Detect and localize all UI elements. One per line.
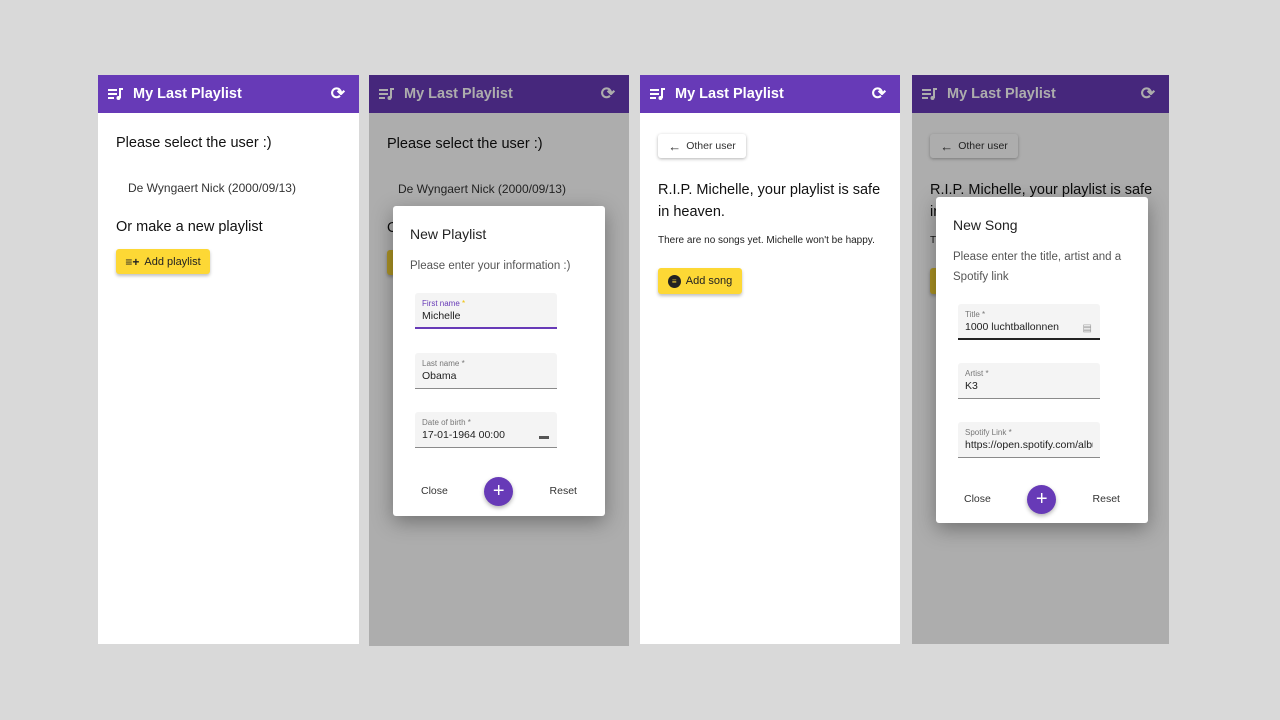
other-user-label: Other user (686, 140, 736, 152)
new-playlist-heading: Or make a new playlist (116, 219, 263, 235)
screen-select-user: My Last Playlist ⟳ Please select the use… (98, 75, 359, 644)
last-name-value: Obama (422, 370, 457, 382)
calendar-icon[interactable]: ▬ (539, 431, 549, 442)
artist-value: K3 (965, 380, 978, 392)
reset-button[interactable]: Reset (550, 485, 577, 497)
first-name-field[interactable]: First name * Michelle (415, 293, 557, 329)
app-title: My Last Playlist (675, 86, 784, 102)
dialog-actions: Close + Reset (393, 476, 605, 506)
playlist-music-icon (650, 88, 665, 100)
date-of-birth-field[interactable]: Date of birth * 17-01-1964 00:00 ▬ (415, 412, 557, 448)
screen-new-song-dialog: My Last Playlist ⟳ ← Other user R.I.P. M… (912, 75, 1169, 644)
dialog-subtitle: Please enter the title, artist and a Spo… (953, 251, 1122, 283)
app-toolbar: My Last Playlist ⟳ (640, 75, 900, 113)
dialog-title: New Playlist (410, 226, 487, 242)
close-button[interactable]: Close (964, 493, 991, 505)
title-field[interactable]: Title * 1000 luchtballonnen ▤ (958, 304, 1100, 340)
user-list-item[interactable]: De Wyngaert Nick (2000/09/13) (128, 181, 296, 195)
add-song-label: Add song (685, 275, 733, 287)
playlist-heading: R.I.P. Michelle, your playlist is safe i… (658, 182, 881, 220)
empty-playlist-message: There are no songs yet. Michelle won't b… (658, 235, 875, 246)
date-of-birth-value: 17-01-1964 00:00 (422, 429, 505, 441)
first-name-label-text: First name (422, 299, 460, 308)
contact-card-icon[interactable]: ▤ (1083, 323, 1092, 334)
playlist-add-icon: ≡+ (125, 254, 140, 269)
required-marker: * (462, 299, 466, 308)
close-button[interactable]: Close (421, 485, 448, 497)
app-title: My Last Playlist (133, 86, 242, 102)
music-add-icon: ≡ (667, 274, 681, 288)
add-song-button[interactable]: ≡ Add song (658, 268, 742, 294)
screen-new-playlist-dialog: My Last Playlist ⟳ Please select the use… (369, 75, 629, 646)
last-name-field[interactable]: Last name * Obama (415, 353, 557, 389)
date-of-birth-label: Date of birth * (422, 418, 471, 427)
first-name-label: First name * (422, 299, 550, 308)
artist-label: Artist * (965, 369, 989, 378)
app-toolbar: My Last Playlist ⟳ (98, 75, 359, 113)
spotify-link-field[interactable]: Spotify Link * https://open.spotify.com/… (958, 422, 1100, 458)
title-value: 1000 luchtballonnen (965, 321, 1059, 333)
refresh-icon[interactable]: ⟳ (331, 85, 345, 103)
screen-playlist: My Last Playlist ⟳ ← Other user R.I.P. M… (640, 75, 900, 644)
first-name-value: Michelle (422, 310, 461, 322)
other-user-button[interactable]: ← Other user (658, 134, 746, 158)
dialog-subtitle: Please enter your information :) (410, 260, 571, 272)
submit-add-button[interactable]: + (484, 476, 514, 506)
add-playlist-button[interactable]: ≡+ Add playlist (116, 249, 210, 274)
artist-field[interactable]: Artist * K3 (958, 363, 1100, 399)
spotify-link-value: https://open.spotify.com/album (965, 439, 1093, 451)
title-label: Title * (965, 310, 986, 319)
add-playlist-label: Add playlist (144, 255, 201, 268)
spotify-link-label: Spotify Link * (965, 428, 1012, 437)
dialog-actions: Close + Reset (936, 484, 1148, 514)
last-name-label: Last name * (422, 359, 465, 368)
playlist-music-icon (108, 88, 123, 100)
arrow-left-icon: ← (668, 138, 682, 154)
reset-button[interactable]: Reset (1093, 493, 1120, 505)
new-song-dialog: New Song Please enter the title, artist … (936, 197, 1148, 523)
refresh-icon[interactable]: ⟳ (872, 85, 886, 103)
new-playlist-dialog: New Playlist Please enter your informati… (393, 206, 605, 516)
select-user-heading: Please select the user :) (116, 135, 272, 151)
dialog-title: New Song (953, 217, 1018, 233)
submit-add-button[interactable]: + (1027, 484, 1057, 514)
